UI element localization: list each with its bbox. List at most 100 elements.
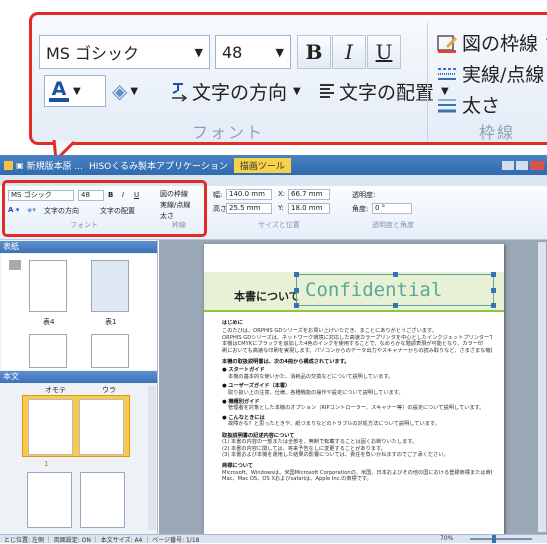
border-button[interactable]: 図の枠線 ▼ (436, 29, 547, 56)
chevron-down-icon: ▼ (130, 85, 139, 97)
manual-title: 本機の取扱説明書は、次の4冊から構成されています。 (222, 359, 350, 366)
chevron-down-icon: ▼ (275, 45, 284, 59)
font-size-value: 48 (222, 42, 243, 62)
font-color-bar (49, 98, 69, 102)
page-heading: 本書について (234, 290, 300, 303)
weight-label: 太さ (462, 95, 501, 117)
font-name-value: MS ゴシック (46, 44, 140, 63)
minimize-icon[interactable] (502, 160, 514, 170)
group-label-size: サイズと位置 (258, 221, 300, 229)
bold-button[interactable]: B (297, 35, 331, 69)
width-input[interactable]: 140.0 mm (226, 189, 272, 200)
cover-thumb-label-1: 表1 (105, 318, 117, 326)
document-body: はじめに このたびは、ORPHIS GDシリーズをお買い上げいただき、まことにあ… (222, 320, 492, 483)
manual-item-desc: 故障かな？と思ったときや、紙づまりなどのトラブルの対処方法について説明しています… (228, 421, 440, 428)
resize-handle[interactable] (491, 303, 496, 308)
transparency-label: 透明度: (352, 191, 376, 199)
thumb-page-left (28, 399, 73, 455)
fill-color-button[interactable]: ◈ ▼ (112, 75, 164, 107)
angle-input[interactable]: 0 ° (372, 203, 412, 214)
cover-thumb-inner-right[interactable] (91, 334, 129, 368)
thumb-page-right (79, 399, 124, 455)
zoom-slider-thumb[interactable] (492, 535, 496, 543)
manual-item-desc: 本機の基本的な使いかた、消耗品の交換などについて説明しています。 (228, 373, 394, 380)
heading-rule (204, 310, 504, 312)
manual-item-desc: 取り扱い上の注意、仕様、各種機能の操作や設定について説明しています。 (228, 389, 404, 396)
resize-handle[interactable] (294, 303, 299, 308)
thumb-page-4[interactable] (80, 472, 125, 528)
resize-handle[interactable] (393, 272, 398, 277)
zoom-level: 70% (440, 535, 454, 542)
dash-style-label: 実線/点線 (462, 64, 545, 86)
italic-button[interactable]: I (332, 35, 366, 69)
cover-thumb-front[interactable] (91, 260, 129, 312)
section-body-label: 本文 (3, 372, 19, 381)
intro-line: 刷においても高速な印刷を実現します。パソコンからのデータ出力やスキャナーからの読… (222, 347, 492, 354)
title-tab-1[interactable]: 新規版本原 ... (27, 159, 83, 172)
page-number-label: 1 (44, 460, 49, 468)
resize-handle[interactable] (294, 288, 299, 293)
align-lines-icon (320, 83, 334, 98)
group-label-border: 枠線 (479, 123, 516, 142)
maximize-icon[interactable] (516, 160, 528, 170)
thumb-page-3[interactable] (27, 472, 72, 528)
chevron-down-icon: ▼ (73, 85, 81, 97)
height-input[interactable]: 25.5 mm (226, 203, 272, 214)
app-icon (4, 160, 13, 170)
font-name-dropdown[interactable]: MS ゴシック ▼ (39, 35, 210, 69)
dash-style-button[interactable]: 実線/点線 ▼ (436, 60, 547, 87)
intro-line: 本機はCMYKにブラックを追加した4色のインクを使用することで、なめらかな階調表… (222, 341, 484, 348)
text-align-label: 文字の配置 (339, 82, 435, 104)
notes-line: (3) 本書および本機を運用した結果の影響については、責任を負いかねますのでご了… (222, 451, 449, 458)
chevron-down-icon: ▼ (293, 86, 301, 97)
chevron-down-icon: ▼ (194, 45, 203, 59)
page-thumbnail-pane: 表紙 表4 表1 本文 オモテ ウラ 1 (0, 240, 158, 534)
font-size-dropdown[interactable]: 48 ▼ (215, 35, 291, 69)
window-titlebar: ▣ 新規版本原 ... HISOくるみ製本アプリケーション 描画ツール (0, 155, 547, 175)
title-tab-2[interactable]: HISOくるみ製本アプリケーション (89, 159, 228, 172)
x-label: X: (278, 190, 286, 198)
resize-handle[interactable] (491, 272, 496, 277)
close-icon[interactable] (530, 160, 544, 170)
section-header-body[interactable]: 本文 (0, 371, 157, 383)
resize-handle[interactable] (491, 288, 496, 293)
y-input[interactable]: 18.0 mm (288, 203, 330, 214)
border-label: 図の枠線 (462, 33, 539, 55)
watermark-textbox[interactable]: Confidential (294, 272, 496, 308)
section-header-cover[interactable]: 表紙 (0, 241, 157, 253)
context-tab-drawing-tools[interactable]: 描画ツール (233, 157, 291, 173)
ribbon-highlight-box (2, 180, 207, 237)
text-align-button[interactable]: 文字の配置 ▼ (318, 78, 449, 105)
resize-handle[interactable] (294, 272, 299, 277)
text-direction-label: 文字の方向 (192, 82, 288, 104)
text-direction-button[interactable]: 文字の方向 ▼ (170, 78, 301, 105)
font-color-button[interactable]: A ▼ (44, 75, 106, 107)
pane-scrollbar[interactable] (148, 385, 156, 530)
intro-title: はじめに (222, 320, 243, 326)
x-input[interactable]: 66.7 mm (288, 189, 330, 200)
cover-marker (9, 260, 21, 270)
quick-save-icon[interactable]: ▣ (16, 161, 24, 170)
font-color-letter: A (51, 78, 67, 100)
zoom-slider[interactable] (470, 538, 532, 540)
underline-button[interactable]: U (367, 35, 401, 69)
selected-page-spread[interactable] (22, 395, 130, 457)
dash-lines-icon (438, 67, 456, 80)
column-front-label: オモテ (45, 386, 66, 394)
resize-handle[interactable] (393, 303, 398, 308)
pencil-border-icon (437, 34, 457, 53)
paint-bucket-icon: ◈ (112, 79, 128, 103)
status-bar: とじ位置: 左側 ｜ 両面設定: ON ｜ 本文サイズ: A4 ｜ ページ番号:… (0, 534, 547, 544)
cover-thumb-label-4: 表4 (43, 318, 55, 326)
section-cover-label: 表紙 (3, 242, 19, 251)
group-label-transparency: 透明度と角度 (372, 221, 414, 229)
document-scrollbar[interactable] (538, 242, 546, 532)
weight-button[interactable]: 太さ ▼ (436, 91, 547, 118)
document-page: 本書について Confidential はじめに このたびは、ORPHIS GD… (204, 244, 504, 534)
cover-thumb-inner-left[interactable] (29, 334, 67, 368)
group-divider (427, 23, 428, 141)
width-label: 幅: (213, 191, 223, 199)
column-back-label: ウラ (102, 386, 116, 394)
trademark-line: Mac、Mac OS、OS Xおよびsafariは、Apple Inc.の商標で… (222, 476, 372, 483)
cover-thumb-back[interactable] (29, 260, 67, 312)
